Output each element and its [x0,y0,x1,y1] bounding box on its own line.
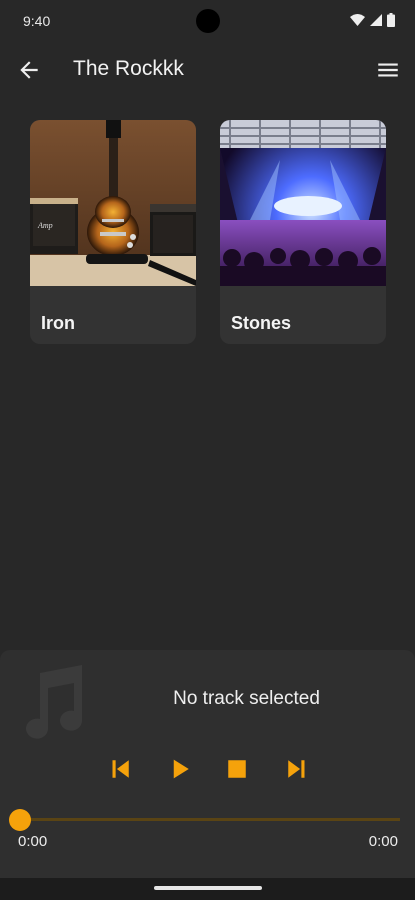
stop-icon[interactable] [222,754,252,784]
status-icons [350,13,395,27]
elapsed-time: 0:00 [18,833,48,850]
arrow-back-icon[interactable] [16,57,42,83]
status-bar: 9:40 [0,0,415,44]
signal-icon [370,14,382,26]
music-note-icon [26,665,82,739]
seek-bar[interactable] [20,818,400,821]
page-title: The Rockkk [73,57,184,80]
home-gesture-handle[interactable] [154,886,262,890]
seek-thumb[interactable] [9,809,31,831]
player-status-text: No track selected [173,688,320,709]
status-time: 9:40 [23,13,51,29]
system-nav-bar [0,878,415,900]
total-duration: 0:00 [368,833,398,850]
menu-icon[interactable] [375,57,401,83]
album-art-guitar: Amp [30,120,196,286]
album-card-iron[interactable]: Amp Iron [30,120,196,344]
play-icon[interactable] [165,754,195,784]
battery-icon [387,13,395,27]
album-art-concert [220,120,386,286]
player-panel: No track selected [0,650,415,878]
album-title: Iron [41,313,75,333]
skip-previous-icon[interactable] [105,754,135,784]
camera-cutout [196,9,220,33]
album-card-stones[interactable]: Stones [220,120,386,344]
wifi-icon [350,14,365,26]
svg-text:Amp: Amp [37,221,53,230]
album-title: Stones [231,313,292,333]
skip-next-icon[interactable] [282,754,312,784]
app-bar: The Rockkk [0,44,415,96]
